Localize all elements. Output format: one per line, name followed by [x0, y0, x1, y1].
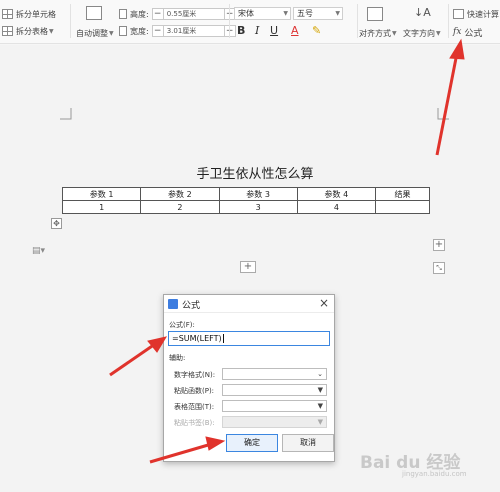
table-range-select[interactable]: ▼ — [222, 400, 327, 412]
paste-bookmark-select: ▼ — [222, 416, 327, 428]
table-row: 1 2 3 4 — [61, 200, 430, 214]
table-range-label: 表格范围(T): — [174, 403, 215, 411]
table-cell[interactable]: 3 — [218, 200, 298, 214]
paste-function-label: 粘贴函数(P): — [174, 387, 215, 395]
align-icon — [367, 7, 383, 21]
formula-input[interactable]: =SUM(LEFT) — [168, 331, 330, 346]
table-cell[interactable]: 结果 — [375, 187, 430, 201]
close-button[interactable]: × — [319, 296, 329, 310]
formula-button[interactable]: fx 公式 — [453, 25, 482, 39]
quick-calc-button[interactable]: 快速计算 — [453, 7, 499, 21]
dialog-title: 公式 — [182, 301, 201, 311]
height-control: 高度: − 0.55厘米 + — [119, 7, 236, 21]
height-icon — [119, 9, 127, 19]
height-input[interactable]: 0.55厘米 — [163, 8, 224, 20]
font-color-button[interactable]: A — [291, 24, 299, 37]
divider — [229, 4, 230, 38]
split-cells-icon — [2, 9, 13, 19]
text-direction-button[interactable]: 文字方向 ▼ — [403, 26, 441, 40]
chevron-down-icon: ▼ — [335, 10, 340, 17]
width-input[interactable]: 3.01厘米 — [163, 25, 224, 37]
width-control: 宽度: − 3.01厘米 + — [119, 24, 236, 38]
chevron-down-icon: ▼ — [317, 402, 323, 410]
divider — [448, 4, 449, 38]
aux-label: 辅助: — [169, 354, 186, 362]
page-corner-marker — [437, 108, 449, 120]
highlight-icon[interactable]: ✎ — [312, 24, 321, 37]
page-corner-marker — [60, 108, 72, 120]
number-format-label: 数字格式(N): — [174, 371, 216, 379]
number-format-select[interactable]: ⌄ — [222, 368, 327, 380]
chevron-down-icon: ▼ — [392, 29, 397, 37]
divider — [357, 4, 358, 38]
cancel-button[interactable]: 取消 — [282, 434, 334, 452]
table-move-handle[interactable]: ✥ — [51, 218, 62, 229]
paste-bookmark-label: 粘贴书签(B): — [174, 419, 215, 427]
font-size-select[interactable]: 五号 ▼ — [293, 7, 343, 20]
table-cell[interactable] — [375, 200, 430, 214]
font-name-select[interactable]: 宋体 ▼ — [234, 7, 291, 20]
bold-button[interactable]: B — [237, 24, 245, 37]
formula-dialog: 公式 × 公式(F): =SUM(LEFT) 辅助: 数字格式(N): ⌄ 粘贴… — [163, 294, 335, 462]
chevron-down-icon: ▼ — [317, 418, 323, 426]
divider — [70, 4, 71, 38]
table-cell[interactable]: 4 — [296, 200, 377, 214]
table-header-row: 参数 1 参数 2 参数 3 参数 4 结果 — [61, 187, 430, 201]
split-table-icon — [2, 26, 13, 36]
chevron-down-icon: ▼ — [49, 27, 54, 35]
table-cell[interactable]: 参数 3 — [218, 187, 298, 201]
app-logo-icon — [168, 299, 178, 309]
auto-adjust-icon — [86, 6, 102, 20]
add-column-button[interactable]: + — [433, 239, 445, 251]
ribbon-toolbar: 拆分单元格 拆分表格▼ 自动调整▼ 高度: − 0.55厘米 + 宽度: − 3… — [0, 0, 500, 44]
text-direction-icon: ↓A — [414, 6, 431, 19]
add-row-button[interactable]: + — [240, 261, 256, 273]
chevron-down-icon: ▼ — [109, 29, 114, 37]
chevron-down-icon: ▼ — [283, 10, 288, 17]
chevron-down-icon: ⌄ — [317, 370, 323, 378]
document-title: 手卫生依从性怎么算 — [196, 167, 314, 182]
width-icon — [119, 26, 127, 36]
table-cell[interactable]: 参数 4 — [296, 187, 377, 201]
italic-button[interactable]: I — [255, 24, 259, 37]
chevron-down-icon: ▼ — [317, 386, 323, 394]
paste-function-select[interactable]: ▼ — [222, 384, 327, 396]
height-decrease-button[interactable]: − — [151, 8, 164, 20]
split-table-button[interactable]: 拆分表格 ▼ — [2, 24, 54, 38]
formula-label: 公式(F): — [169, 321, 195, 329]
document-table: 参数 1 参数 2 参数 3 参数 4 结果 1 2 3 4 — [61, 187, 430, 214]
width-decrease-button[interactable]: − — [151, 25, 164, 37]
auto-adjust-button[interactable]: 自动调整 ▼ — [76, 26, 114, 40]
table-cell[interactable]: 1 — [61, 200, 142, 214]
underline-button[interactable]: U — [270, 24, 278, 37]
table-cell[interactable]: 参数 2 — [140, 187, 220, 201]
split-cells-button[interactable]: 拆分单元格 — [2, 7, 56, 21]
dialog-titlebar: 公式 × — [164, 295, 334, 313]
table-cell[interactable]: 参数 1 — [61, 187, 142, 201]
align-button[interactable]: 对齐方式 ▼ — [359, 26, 397, 40]
text-cursor — [222, 334, 224, 343]
paragraph-options-icon[interactable]: ▤▾ — [32, 246, 45, 256]
chevron-down-icon: ▼ — [436, 29, 441, 37]
ok-button[interactable]: 确定 — [226, 434, 278, 452]
resize-table-icon[interactable]: ⤡ — [433, 262, 445, 274]
watermark-url: jingyan.baidu.com — [402, 470, 467, 478]
table-cell[interactable]: 2 — [140, 200, 220, 214]
fx-icon: fx — [453, 27, 462, 37]
calculator-icon — [453, 9, 464, 19]
